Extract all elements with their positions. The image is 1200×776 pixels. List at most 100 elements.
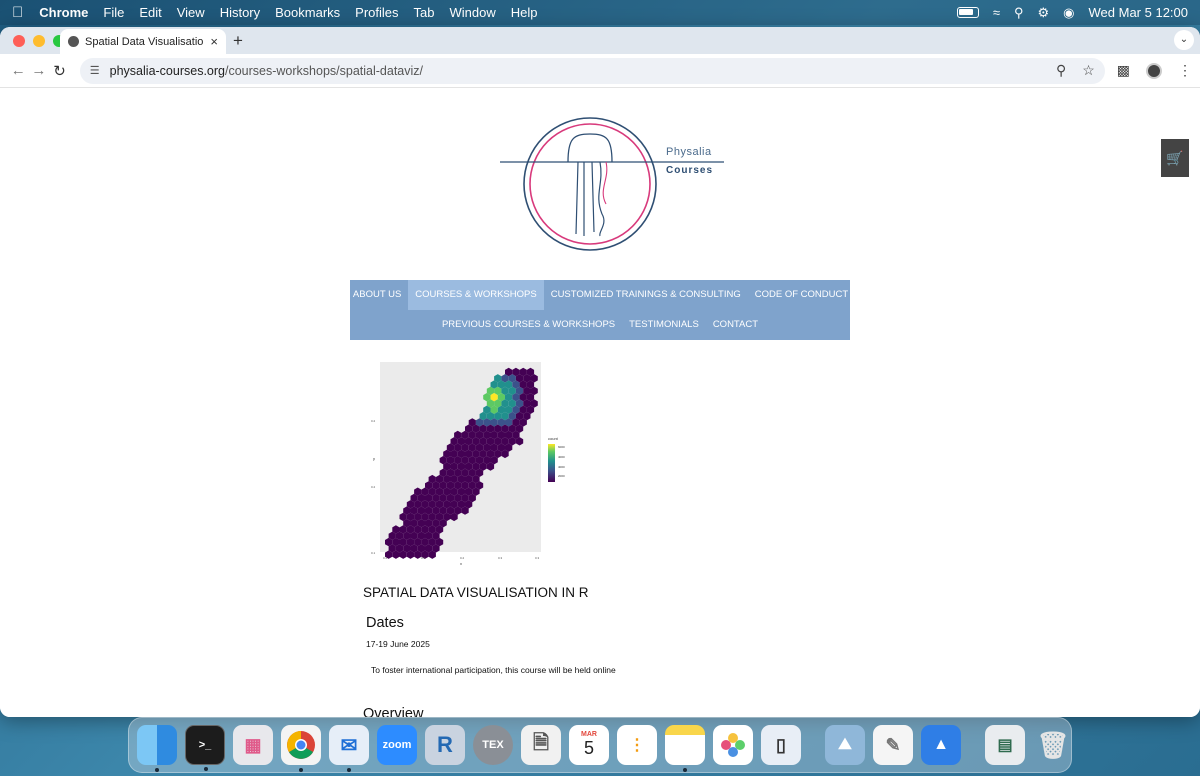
- extensions-puzzle-icon[interactable]: ▩: [1117, 62, 1130, 79]
- online-note: To foster international participation, t…: [371, 665, 616, 675]
- photos-icon[interactable]: [713, 725, 753, 765]
- thunderbird-icon[interactable]: ✉: [329, 725, 369, 772]
- terminal-icon[interactable]: >_: [185, 725, 225, 771]
- physalia-logo[interactable]: [498, 114, 728, 254]
- zoom-label: zoom: [382, 739, 412, 751]
- menu-tab[interactable]: Tab: [414, 5, 435, 20]
- overview-heading: Overview: [363, 706, 424, 717]
- nav-item-testimonials[interactable]: TESTIMONIALS: [622, 310, 706, 340]
- menu-help[interactable]: Help: [511, 5, 538, 20]
- hexbin-chart-image: y x 0.2 0.2 0.1 0.2 0.2 0.2 0.3 0.3 coun…: [371, 362, 565, 566]
- menu-edit[interactable]: Edit: [139, 5, 161, 20]
- legend-tick-0: 6000: [558, 445, 565, 449]
- profile-avatar[interactable]: [1146, 62, 1163, 79]
- legend-tick-1: 4000: [558, 455, 565, 459]
- menu-bar:  Chrome File Edit View History Bookmark…: [0, 0, 1200, 25]
- nav-item-contact[interactable]: CONTACT: [706, 310, 765, 340]
- keynote-icon[interactable]: ▲: [921, 725, 961, 765]
- chrome-menu-icon[interactable]: ⋮: [1178, 62, 1192, 79]
- downloads-stack-icon[interactable]: ▤: [985, 725, 1025, 765]
- minimize-window-button[interactable]: [33, 34, 45, 47]
- window-controls: [13, 34, 65, 47]
- legend-tick-2: 4000: [558, 465, 565, 469]
- x-tick-label-1: 0.2: [421, 556, 426, 560]
- launchpad-icon[interactable]: ▦: [233, 725, 273, 765]
- logo-text-physalia: Physalia: [666, 146, 712, 158]
- nav-row-2: PREVIOUS COURSES & WORKSHOPS TESTIMONIAL…: [350, 310, 850, 340]
- nav-item-previous-courses[interactable]: PREVIOUS COURSES & WORKSHOPS: [435, 310, 622, 340]
- nav-item-code-of-conduct[interactable]: CODE OF CONDUCT: [748, 280, 855, 310]
- menu-history[interactable]: History: [220, 5, 260, 20]
- url-domain: physalia-courses.org: [109, 63, 225, 78]
- tex-icon[interactable]: TEX: [473, 725, 513, 765]
- legend-title: count: [548, 436, 559, 441]
- menu-profiles[interactable]: Profiles: [355, 5, 398, 20]
- reload-icon[interactable]: ↻: [49, 62, 70, 80]
- calendar-day: 5: [583, 738, 594, 758]
- x-tick-label-2: 0.2: [460, 556, 465, 560]
- wifi-icon[interactable]: ≈: [993, 5, 1000, 20]
- control-center-icon[interactable]: ⚙: [1038, 5, 1050, 21]
- menu-app-name[interactable]: Chrome: [39, 5, 88, 20]
- browser-toolbar: ← → ↻ ☰ physalia-courses.org/courses-wor…: [0, 54, 1200, 88]
- course-title: SPATIAL DATA VISUALISATION IN R: [363, 585, 589, 600]
- r-icon[interactable]: R: [425, 725, 465, 765]
- notes-icon[interactable]: [665, 725, 705, 772]
- site-favicon-icon: [68, 36, 79, 47]
- dock: >_ ▦ ✉ zoom R TEX 🗎 MAR 5 ⋮ ▯ ⛰ ✎ ▲ ▤ 🗑: [128, 717, 1072, 773]
- nav-row-1: HOME ABOUT US COURSES & WORKSHOPS CUSTOM…: [310, 280, 890, 310]
- nav-item-links[interactable]: LINKS: [855, 280, 896, 310]
- tab-bar: Spatial Data Visualisation in R × + ⌄: [0, 27, 1200, 54]
- tab-title: Spatial Data Visualisation in R: [85, 35, 205, 48]
- tab-close-icon[interactable]: ×: [210, 34, 218, 49]
- iphone-mirroring-icon[interactable]: ▯: [761, 725, 801, 765]
- chart-x-label: x: [460, 561, 462, 566]
- dates-heading: Dates: [366, 615, 404, 631]
- new-tab-button[interactable]: +: [233, 31, 243, 51]
- menu-file[interactable]: File: [103, 5, 124, 20]
- battery-icon[interactable]: [956, 7, 979, 18]
- siri-icon[interactable]: ◉: [1063, 5, 1074, 21]
- apple-icon[interactable]: : [12, 4, 23, 21]
- x-tick-label-4: 0.3: [535, 556, 540, 560]
- y-tick-label-0: 0.2: [371, 419, 376, 423]
- bookmark-star-icon[interactable]: ☆: [1082, 62, 1095, 79]
- nav-item-courses-workshops[interactable]: COURSES & WORKSHOPS: [408, 280, 544, 310]
- nav-item-home[interactable]: HOME: [303, 280, 346, 310]
- legend-color-bar: [548, 444, 555, 482]
- menu-bookmarks[interactable]: Bookmarks: [275, 5, 340, 20]
- web-page: Physalia Courses 🛒 HOME ABOUT US COURSES…: [0, 88, 1200, 717]
- spotlight-search-icon[interactable]: ⚲: [1014, 5, 1024, 21]
- tab-search-chevron-icon[interactable]: ⌄: [1174, 30, 1194, 50]
- preview-document-icon[interactable]: 🗎: [521, 725, 561, 765]
- reminders-icon[interactable]: ⋮: [617, 725, 657, 765]
- chrome-icon[interactable]: [281, 725, 321, 772]
- y-tick-label-1: 0.2: [371, 485, 376, 489]
- menu-clock[interactable]: Wed Mar 5 12:00: [1089, 5, 1188, 20]
- tab-active[interactable]: Spatial Data Visualisation in R ×: [60, 29, 226, 54]
- cart-icon[interactable]: 🛒: [1161, 139, 1189, 177]
- zoom-magnifier-icon[interactable]: ⚲: [1056, 62, 1066, 79]
- nav-item-about-us[interactable]: ABOUT US: [346, 280, 408, 310]
- finder-icon[interactable]: [137, 725, 177, 772]
- dates-value: 17-19 June 2025: [366, 639, 430, 649]
- zoom-icon[interactable]: zoom: [377, 725, 417, 765]
- menu-view[interactable]: View: [177, 5, 205, 20]
- nav-item-customized-trainings[interactable]: CUSTOMIZED TRAININGS & CONSULTING: [544, 280, 748, 310]
- x-tick-label-3: 0.3: [498, 556, 503, 560]
- textedit-icon[interactable]: ✎: [873, 725, 913, 765]
- menu-window[interactable]: Window: [450, 5, 496, 20]
- address-bar[interactable]: ☰ physalia-courses.org/courses-workshops…: [79, 57, 1105, 84]
- browser-window: Spatial Data Visualisation in R × + ⌄ ← …: [0, 27, 1200, 717]
- site-settings-icon[interactable]: ☰: [90, 64, 100, 77]
- preview-image-icon[interactable]: ⛰: [825, 725, 865, 765]
- back-arrow-icon[interactable]: ←: [8, 62, 29, 79]
- main-navigation: HOME ABOUT US COURSES & WORKSHOPS CUSTOM…: [310, 280, 890, 340]
- forward-arrow-icon[interactable]: →: [29, 62, 50, 79]
- close-window-button[interactable]: [13, 34, 25, 47]
- trash-icon[interactable]: 🗑: [1033, 725, 1073, 765]
- logo-text-courses: Courses: [666, 165, 714, 176]
- y-tick-label-2: 0.1: [371, 551, 376, 555]
- calendar-month: MAR: [581, 731, 597, 738]
- calendar-icon[interactable]: MAR 5: [569, 725, 609, 765]
